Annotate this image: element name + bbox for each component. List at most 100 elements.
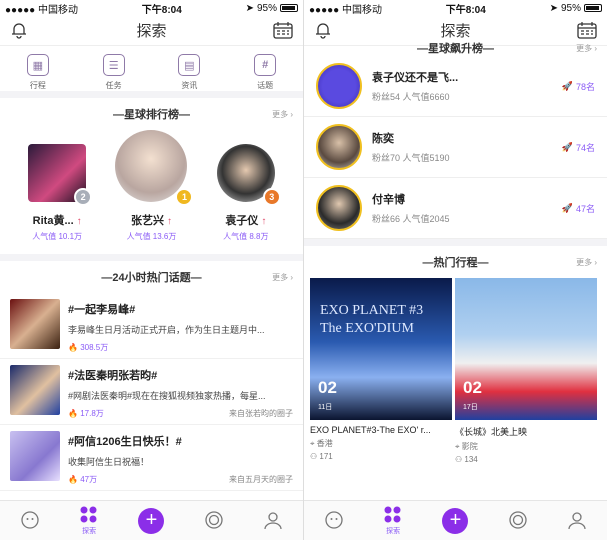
tab-publish[interactable]: +	[138, 507, 165, 534]
topic-desc: #网剧法医秦明#现在在搜狐视频独家热播，每星...	[68, 391, 266, 401]
rising-meta: 粉丝66 人气值2045	[372, 214, 450, 224]
people-icon: ⚇	[310, 452, 318, 461]
trip-date: 02 11日	[318, 378, 337, 411]
star-popularity: 人气值 13.6万	[126, 232, 177, 241]
tab-label: 探索	[386, 527, 401, 535]
tab-circles[interactable]	[204, 510, 224, 532]
quick-tasks[interactable]: ☰ 任务	[84, 54, 144, 91]
quick-label: 话题	[257, 81, 274, 90]
section-title: —24小时热门话题—	[101, 272, 202, 284]
rising-item[interactable]: 付辛博 粉丝66 人气值2045 🚀 47名	[304, 178, 607, 239]
status-bar: ●●●●● 中国移动 下午8:04 ➤ 95%	[0, 0, 303, 16]
rising-rank: 🚀 74名	[561, 141, 595, 153]
topic-list: #一起李易峰# 李易峰生日月活动正式开启，作为生日主题月中... 🔥 308.5…	[0, 293, 303, 491]
tab-bar: 探索 +	[304, 500, 607, 540]
leaderboard-item[interactable]: 1 张艺兴 ↑ 人气值 13.6万	[107, 130, 195, 254]
clock: 下午8:04	[141, 4, 182, 16]
topic-item[interactable]: #法医秦明张若昀# #网剧法医秦明#现在在搜狐视频独家热播，每星... 🔥 17…	[0, 359, 303, 425]
tab-explore[interactable]: 探索	[383, 506, 403, 536]
rising-rank: 🚀 47名	[561, 202, 595, 214]
topic-image	[10, 299, 60, 349]
hash-icon: #	[254, 54, 277, 76]
rocket-icon: 🚀	[561, 141, 573, 152]
news-icon: ▤	[178, 54, 201, 76]
more-link[interactable]: 更多 ›	[272, 109, 293, 120]
topic-source: 来自五月天的圈子	[229, 475, 293, 484]
ring-icon	[204, 510, 224, 532]
rising-item[interactable]: 袁子仪还不是飞... 粉丝54 人气值6660 🚀 78名	[304, 56, 607, 117]
topic-item[interactable]: #一起李易峰# 李易峰生日月活动正式开启，作为生日主题月中... 🔥 308.5…	[0, 293, 303, 359]
topic-heat: 🔥 17.8万	[68, 409, 104, 418]
topics-header: —24小时热门话题— 更多 ›	[0, 261, 303, 293]
topic-item[interactable]: #阿信1206生日快乐！# 收集阿信生日祝福！ 🔥 47万 来自五月天的圈子	[0, 425, 303, 491]
rising-name: 袁子仪还不是飞...	[372, 72, 459, 84]
carrier-label: ●●●●● 中国移动	[309, 4, 382, 16]
star-popularity: 人气值 10.1万	[32, 232, 83, 241]
rising-meta: 粉丝70 人气值5190	[372, 153, 450, 163]
topic-image	[10, 431, 60, 481]
quick-entries: ▦ 行程 ☰ 任务 ▤ 资讯 # 话题	[0, 46, 303, 98]
rising-list: 袁子仪还不是飞... 粉丝54 人气值6660 🚀 78名 陈奕 粉丝70 人气值…	[304, 56, 607, 239]
calendar-icon[interactable]	[273, 22, 293, 43]
tab-profile[interactable]	[567, 510, 587, 532]
topic-title: #法医秦明张若昀#	[68, 370, 158, 382]
more-link[interactable]: 更多 ›	[576, 43, 597, 54]
rising-name: 付辛博	[372, 194, 405, 206]
trip-card[interactable]: EXO PLANET #3 The EXO'DIUM 02 11日 EXO PLA…	[310, 278, 452, 464]
fire-icon: 🔥	[68, 475, 78, 484]
leaderboard-header: —星球排行榜— 更多 ›	[0, 98, 303, 130]
quick-news[interactable]: ▤ 资讯	[159, 54, 219, 91]
battery-icon	[280, 4, 298, 12]
more-link[interactable]: 更多 ›	[576, 257, 597, 268]
trip-image: EXO PLANET #3 The EXO'DIUM 02 11日	[310, 278, 452, 420]
rising-header: —星球飙升榜— 更多 ›	[304, 40, 607, 56]
pin-icon: ⌖	[455, 442, 460, 451]
bell-icon[interactable]	[10, 21, 28, 43]
section-title: —热门行程—	[422, 257, 489, 269]
tab-explore[interactable]: 探索	[79, 506, 99, 536]
trip-place: ⌖ 影院	[455, 442, 478, 451]
planet-face-icon	[20, 510, 40, 532]
tab-home[interactable]	[20, 510, 40, 532]
section-divider	[0, 254, 303, 261]
trip-count: ⚇ 171	[310, 452, 333, 461]
leaderboard-item[interactable]: 2 Rita黄... ↑ 人气值 10.1万	[13, 130, 101, 254]
clock: 下午8:04	[445, 4, 486, 16]
pin-icon: ⌖	[310, 439, 315, 448]
trip-card[interactable]: 02 17日 《长城》北美上映 ⌖ 影院 ⚇ 134	[455, 278, 597, 464]
tab-profile[interactable]	[263, 510, 283, 532]
quick-itinerary[interactable]: ▦ 行程	[8, 54, 68, 91]
avatar: 3	[216, 144, 281, 206]
tab-circles[interactable]	[508, 510, 528, 532]
more-link[interactable]: 更多 ›	[272, 272, 293, 283]
grid-icon: ▦	[26, 54, 49, 76]
battery-percent: 95%	[560, 2, 581, 14]
tab-home[interactable]	[324, 510, 344, 532]
tab-label: 探索	[82, 527, 97, 535]
topic-title: #一起李易峰#	[68, 304, 136, 316]
explore-screen-right: ●●●●● 中国移动 下午8:04 ➤ 95% 探索 —星球飙升榜— 更多 › …	[304, 0, 607, 540]
topic-heat: 🔥 47万	[68, 475, 98, 484]
section-title: —星球飙升榜—	[417, 43, 494, 55]
rising-name: 陈奕	[372, 133, 394, 145]
explore-dots-icon	[383, 506, 403, 526]
rising-item[interactable]: 陈奕 粉丝70 人气值5190 🚀 74名	[304, 117, 607, 178]
explore-dots-icon	[79, 506, 99, 526]
avatar: 1	[115, 130, 194, 206]
trip-count: ⚇ 134	[455, 455, 478, 464]
planet-face-icon	[324, 510, 344, 532]
leaderboard-item[interactable]: 3 袁子仪 ↑ 人气值 8.8万	[202, 130, 290, 254]
topic-title: #阿信1206生日快乐！#	[68, 436, 182, 448]
nav-bar: 探索	[0, 16, 303, 46]
trip-place: ⌖ 香港	[310, 439, 333, 448]
quick-topics[interactable]: # 话题	[235, 54, 295, 91]
star-name: 张艺兴 ↑	[130, 215, 172, 227]
rank-medal: 3	[262, 188, 281, 206]
person-icon	[263, 510, 283, 532]
star-popularity: 人气值 8.8万	[223, 232, 269, 241]
ring-icon	[508, 510, 528, 532]
trip-banner: EXO PLANET #3 The EXO'DIUM	[320, 303, 424, 336]
rocket-icon: 🚀	[561, 80, 573, 91]
status-right: ➤ 95%	[550, 3, 602, 14]
tab-publish[interactable]: +	[442, 507, 469, 534]
